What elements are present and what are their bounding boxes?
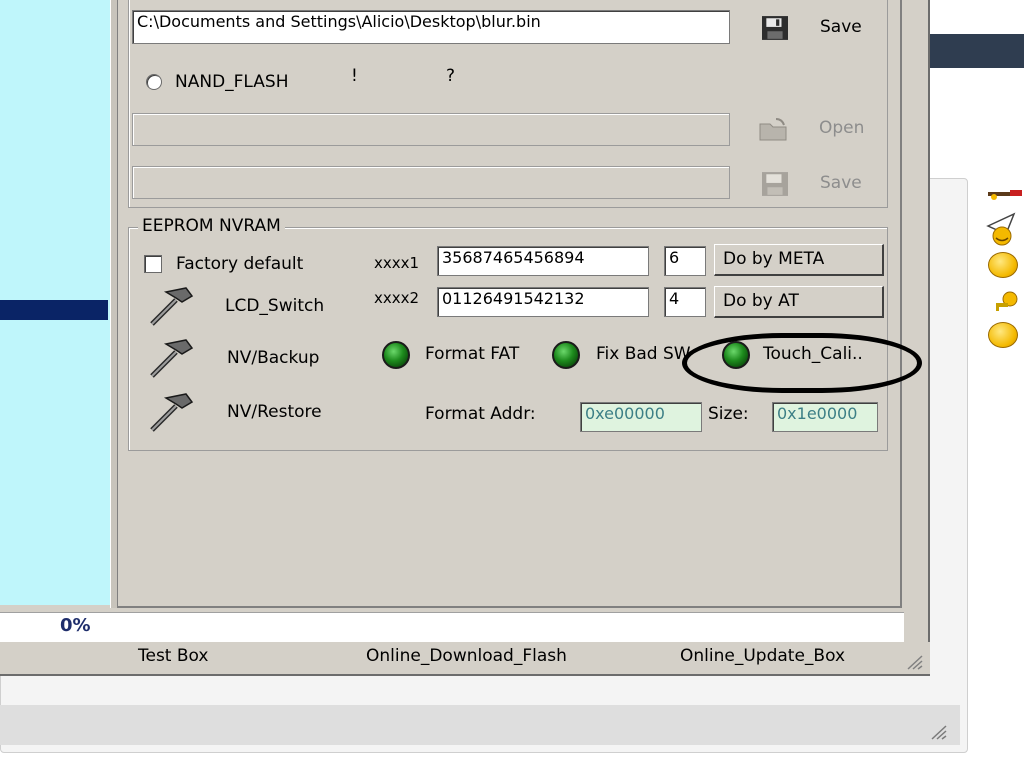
xxxx2-field[interactable]: 01126491542132	[437, 287, 649, 317]
status-test-box[interactable]: Test Box	[138, 646, 208, 666]
format-addr-field[interactable]: 0xe00000	[580, 402, 702, 432]
eeprom-group-title: EEPROM NVRAM	[138, 216, 285, 236]
save-label-disabled: Save	[820, 173, 862, 193]
lcd-switch-label[interactable]: LCD_Switch	[225, 296, 324, 316]
factory-default-checkbox[interactable]	[144, 255, 162, 273]
xxxx1-label: xxxx1	[374, 254, 420, 272]
page-panel-footer	[0, 705, 960, 745]
status-online-update-box[interactable]: Online_Update_Box	[680, 646, 845, 666]
progress-bar	[0, 612, 904, 642]
question-mark: ?	[446, 66, 456, 86]
progress-percent: 0%	[60, 615, 91, 636]
save-disk-icon[interactable]	[760, 15, 790, 41]
highlight-circle	[682, 333, 922, 393]
format-addr-label: Format Addr:	[425, 404, 536, 424]
splitter[interactable]	[110, 0, 118, 608]
hammer-icon[interactable]	[146, 392, 204, 434]
left-selection-bar[interactable]	[0, 300, 108, 320]
do-by-at-button[interactable]: Do by AT	[714, 286, 884, 318]
disabled-path-field-1	[132, 113, 730, 146]
smile-smiley-icon[interactable]	[988, 252, 1018, 278]
hammer-icon[interactable]	[146, 338, 204, 380]
size-field[interactable]: 0x1e0000	[772, 402, 878, 432]
page-header-bar	[928, 34, 1024, 68]
save-disk-disabled-icon	[762, 172, 788, 196]
xxxx2-label: xxxx2	[374, 289, 420, 307]
fix-bad-sw-label[interactable]: Fix Bad SW	[596, 344, 691, 364]
xxxx2-digit-field[interactable]: 4	[664, 287, 706, 317]
angry-smiley-icon[interactable]	[988, 322, 1018, 348]
nv-restore-label[interactable]: NV/Restore	[227, 402, 322, 422]
rifle-smiley-icon[interactable]	[986, 186, 1024, 202]
format-fat-led-icon[interactable]	[382, 341, 410, 369]
resize-grip-icon[interactable]	[926, 722, 948, 740]
open-folder-icon	[759, 118, 787, 141]
window-resize-grip-icon[interactable]	[902, 652, 924, 670]
nv-backup-label[interactable]: NV/Backup	[227, 348, 319, 368]
xxxx1-field[interactable]: 35687465456894	[437, 246, 649, 276]
fix-bad-sw-led-icon[interactable]	[552, 341, 580, 369]
save-label[interactable]: Save	[820, 17, 862, 37]
size-label: Size:	[708, 404, 749, 424]
party-smiley-icon[interactable]	[984, 210, 1020, 246]
disabled-path-field-2	[132, 166, 730, 199]
flash-path-field[interactable]: C:\Documents and Settings\Alicio\Desktop…	[132, 10, 730, 44]
exclamation-mark: !	[351, 66, 358, 86]
factory-default-label[interactable]: Factory default	[176, 254, 303, 274]
open-label: Open	[819, 118, 865, 138]
hammer-icon[interactable]	[146, 286, 204, 328]
nand-flash-radio[interactable]	[146, 74, 162, 90]
status-online-download-flash[interactable]: Online_Download_Flash	[366, 646, 567, 666]
do-by-meta-button[interactable]: Do by META	[714, 244, 884, 276]
format-fat-label[interactable]: Format FAT	[425, 344, 519, 364]
key-smiley-icon[interactable]	[992, 290, 1022, 314]
nand-flash-label[interactable]: NAND_FLASH	[175, 72, 301, 92]
xxxx1-digit-field[interactable]: 6	[664, 246, 706, 276]
